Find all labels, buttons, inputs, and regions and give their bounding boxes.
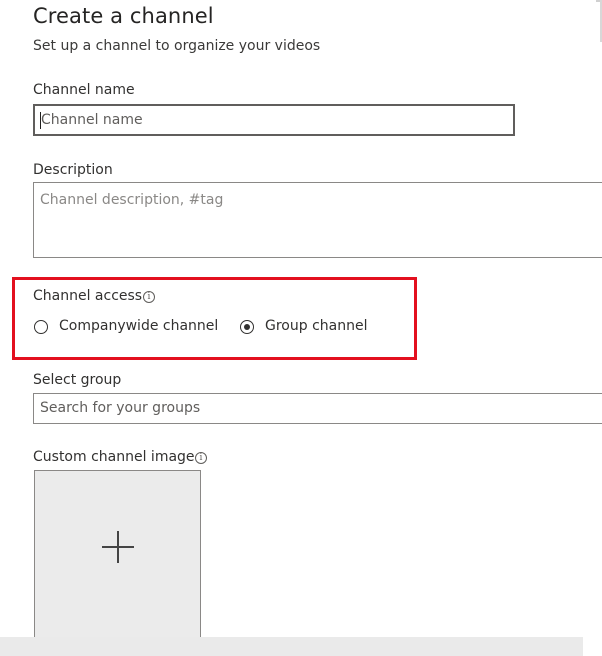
group-search-placeholder: Search for your groups bbox=[40, 400, 201, 416]
plus-icon bbox=[117, 531, 119, 563]
channel-name-input[interactable]: Channel name bbox=[33, 104, 515, 136]
radio-circle-checked[interactable] bbox=[240, 320, 254, 334]
channel-name-placeholder: Channel name bbox=[41, 112, 143, 128]
page-title: Create a channel bbox=[33, 4, 214, 28]
description-textarea[interactable]: Channel description, #tag bbox=[33, 182, 602, 258]
channel-name-label: Channel name bbox=[33, 82, 135, 98]
custom-image-upload[interactable] bbox=[34, 470, 201, 638]
info-icon[interactable]: i bbox=[195, 452, 207, 464]
radio-companywide[interactable]: Companywide channel bbox=[33, 318, 223, 338]
footer-bar bbox=[0, 637, 583, 656]
radio-companywide-label: Companywide channel bbox=[59, 318, 219, 334]
description-label: Description bbox=[33, 162, 113, 178]
page-subtitle: Set up a channel to organize your videos bbox=[33, 38, 321, 54]
custom-image-label: Custom channel image bbox=[33, 449, 195, 465]
radio-group[interactable]: Group channel bbox=[239, 318, 379, 338]
info-icon[interactable]: i bbox=[143, 291, 155, 303]
channel-access-label: Channel access bbox=[33, 288, 143, 304]
group-search-input[interactable]: Search for your groups bbox=[33, 393, 602, 424]
radio-group-label: Group channel bbox=[265, 318, 368, 334]
radio-circle[interactable] bbox=[34, 320, 48, 334]
text-caret bbox=[40, 112, 41, 129]
select-group-label: Select group bbox=[33, 372, 122, 388]
description-placeholder: Channel description, #tag bbox=[40, 192, 224, 208]
